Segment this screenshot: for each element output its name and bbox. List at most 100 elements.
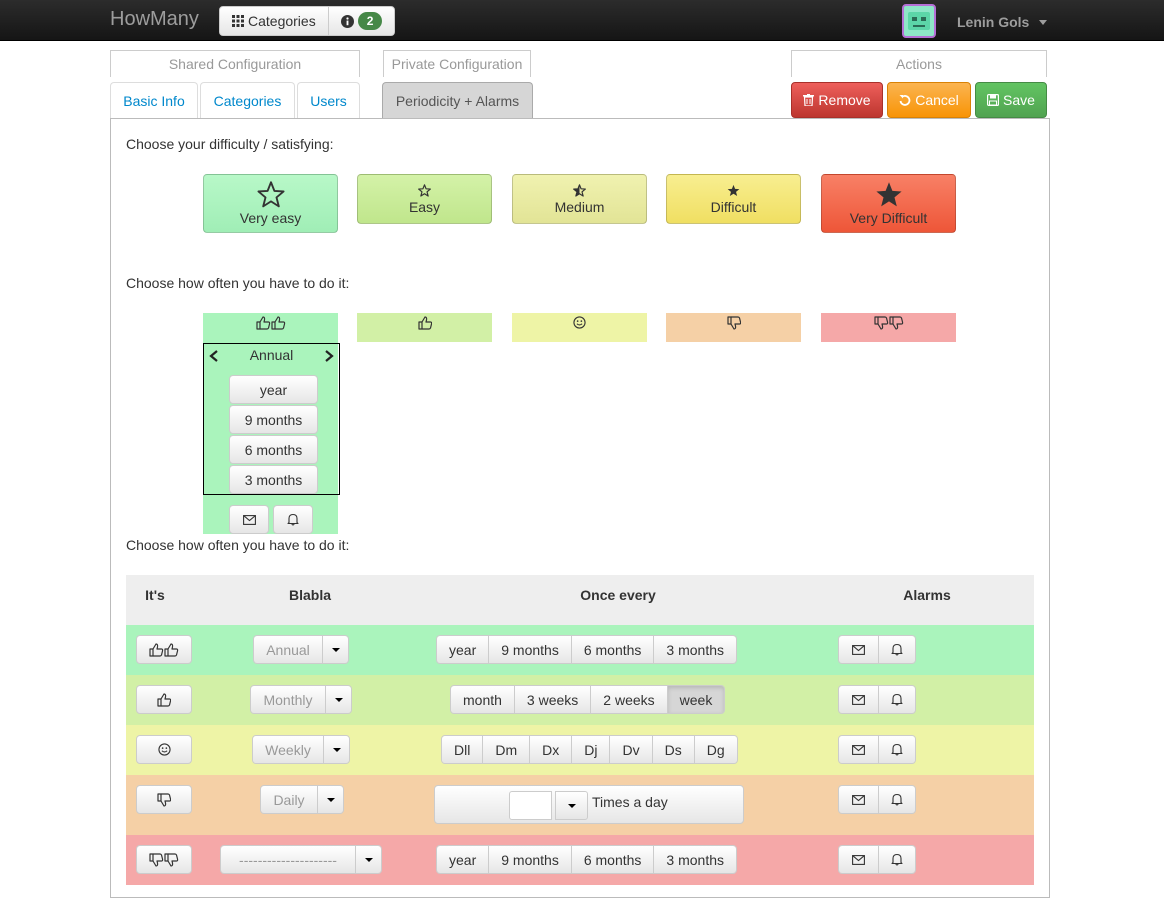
- frequency-select[interactable]: Monthly: [250, 685, 352, 714]
- once-every-option[interactable]: 3 months: [653, 846, 737, 873]
- caret-down-icon[interactable]: [322, 636, 348, 663]
- rating-button[interactable]: [136, 685, 192, 714]
- rating-button[interactable]: [136, 735, 192, 764]
- alarm-group: [838, 685, 916, 714]
- once-every-option[interactable]: Dx: [529, 736, 572, 763]
- once-every-option[interactable]: Dll: [442, 736, 483, 763]
- bell-icon: [891, 853, 903, 866]
- info-button[interactable]: 2: [327, 7, 395, 35]
- once-every-option[interactable]: Dv: [609, 736, 652, 763]
- shared-config-header: Shared Configuration: [110, 50, 360, 77]
- two-thumbs-up-icon: [255, 316, 286, 330]
- once-every-option[interactable]: year: [437, 846, 489, 873]
- grid-icon: [232, 15, 244, 27]
- alarm-group: [838, 635, 916, 664]
- email-alarm-button[interactable]: [229, 505, 269, 534]
- once-every-option[interactable]: 9 months: [488, 636, 571, 663]
- once-every-option[interactable]: week: [666, 686, 725, 713]
- robot-face-icon: [908, 12, 930, 30]
- bell-alarm-button[interactable]: [878, 686, 915, 713]
- smile-icon: [573, 316, 586, 329]
- period-option-button[interactable]: 9 months: [229, 405, 318, 434]
- frequency-select[interactable]: ---------------------: [220, 845, 382, 874]
- frequency-select[interactable]: Daily: [260, 785, 344, 814]
- bell-alarm-button[interactable]: [273, 505, 313, 534]
- brand[interactable]: HowMany: [110, 8, 199, 31]
- categories-button[interactable]: Categories: [220, 7, 328, 35]
- times-a-day-input[interactable]: [509, 791, 552, 820]
- once-every-option[interactable]: 2 weeks: [590, 686, 667, 713]
- once-every-option[interactable]: 9 months: [488, 846, 571, 873]
- private-config-header: Private Configuration: [383, 50, 531, 77]
- save-button[interactable]: Save: [975, 82, 1047, 118]
- email-alarm-button[interactable]: [839, 846, 878, 873]
- once-every-option[interactable]: 6 months: [570, 636, 654, 663]
- caret-down-icon[interactable]: [323, 736, 349, 763]
- once-every-option[interactable]: year: [437, 636, 489, 663]
- avatar[interactable]: [902, 4, 936, 38]
- tab-periodicity-alarms[interactable]: Periodicity + Alarms: [382, 82, 533, 118]
- user-name: Lenin Gols: [957, 14, 1030, 30]
- period-option-button[interactable]: 6 months: [229, 435, 318, 464]
- periodicity-header-very-easy: [203, 313, 338, 342]
- once-every-option[interactable]: month: [451, 686, 514, 713]
- trash-icon: [803, 94, 815, 106]
- caret-down-icon[interactable]: [355, 846, 381, 873]
- email-alarm-button[interactable]: [839, 786, 878, 813]
- difficulty-medium[interactable]: Medium: [512, 174, 647, 224]
- once-every-option[interactable]: Ds: [651, 736, 694, 763]
- rating-button[interactable]: [136, 635, 192, 664]
- actions-header: Actions: [791, 50, 1047, 77]
- user-menu[interactable]: Lenin Gols: [957, 14, 1048, 30]
- caret-down-icon[interactable]: [317, 786, 343, 813]
- star-filled-icon: [875, 181, 903, 208]
- bell-alarm-button[interactable]: [878, 636, 915, 663]
- period-option-button[interactable]: 3 months: [229, 465, 318, 494]
- tab-categories[interactable]: Categories: [200, 82, 295, 118]
- caret-down-icon: [1039, 19, 1048, 25]
- bell-alarm-button[interactable]: [878, 736, 915, 763]
- rating-button[interactable]: [136, 785, 192, 814]
- period-option-button[interactable]: year: [229, 375, 318, 404]
- thumb-up-icon: [157, 692, 171, 707]
- email-alarm-button[interactable]: [839, 686, 878, 713]
- difficulty-difficult[interactable]: Difficult: [666, 174, 801, 224]
- once-every-option[interactable]: 3 months: [653, 636, 737, 663]
- difficulty-easy[interactable]: Easy: [357, 174, 492, 224]
- tab-basic-info[interactable]: Basic Info: [110, 82, 198, 118]
- thumb-down-icon: [726, 316, 741, 330]
- frequency-select[interactable]: Weekly: [252, 735, 350, 764]
- frequency-select[interactable]: Annual: [253, 635, 349, 664]
- once-every-option[interactable]: 3 weeks: [513, 686, 591, 713]
- periodicity-column-easy[interactable]: [357, 313, 492, 342]
- bell-alarm-button[interactable]: [878, 786, 915, 813]
- periodicity-column-difficult[interactable]: [666, 313, 801, 342]
- once-every-option[interactable]: 6 months: [570, 846, 654, 873]
- once-every-group: year 9 months 6 months 3 months: [436, 635, 738, 664]
- difficulty-very-easy[interactable]: Very easy: [203, 174, 338, 233]
- bell-icon: [891, 693, 903, 706]
- once-every-option[interactable]: Dm: [482, 736, 530, 763]
- email-alarm-button[interactable]: [839, 636, 878, 663]
- periodicity-column-very-difficult[interactable]: [821, 313, 956, 342]
- once-every-group: month 3 weeks 2 weeks week: [450, 685, 726, 714]
- tab-users[interactable]: Users: [297, 82, 360, 118]
- periodicity-column-medium[interactable]: [512, 313, 647, 342]
- floppy-disk-icon: [987, 94, 1000, 106]
- caret-down-icon[interactable]: [325, 686, 351, 713]
- chevron-right-icon[interactable]: [324, 350, 334, 362]
- difficulty-very-difficult[interactable]: Very Difficult: [821, 174, 956, 233]
- column-header-alarms: Alarms: [903, 587, 951, 603]
- bell-alarm-button[interactable]: [878, 846, 915, 873]
- remove-button[interactable]: Remove: [791, 82, 883, 118]
- once-every-option[interactable]: Dj: [571, 736, 610, 763]
- once-every-option[interactable]: Dg: [693, 736, 737, 763]
- smile-icon: [157, 743, 171, 756]
- rating-button[interactable]: [136, 845, 192, 874]
- caret-down-icon[interactable]: [555, 791, 588, 820]
- two-thumbs-down-icon: [873, 316, 904, 330]
- cancel-button[interactable]: Cancel: [887, 82, 971, 118]
- times-a-day-control: Times a day: [434, 785, 744, 824]
- difficulty-label: Easy: [408, 198, 441, 215]
- email-alarm-button[interactable]: [839, 736, 878, 763]
